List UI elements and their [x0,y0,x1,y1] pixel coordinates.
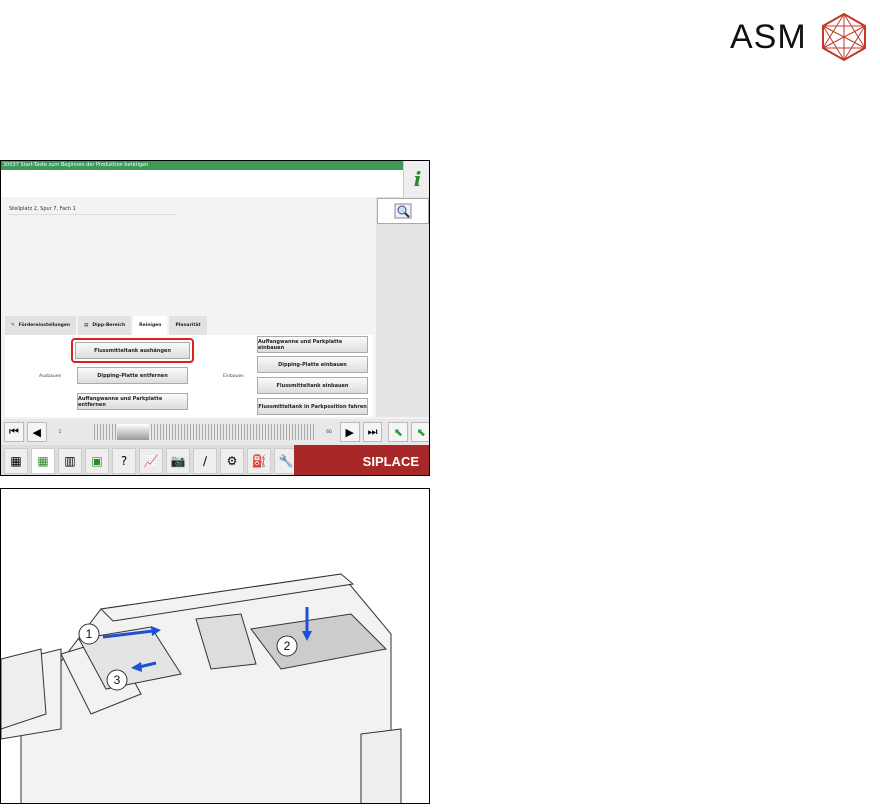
dipping-platte-einbauen-button[interactable]: Dipping-Platte einbauen [257,356,368,373]
callout-label-2: 2 [284,639,291,653]
stack-icon[interactable]: ▦ [4,448,28,474]
tray-icon: ▤ [84,323,89,328]
machine-illustration: 1 2 3 [0,488,430,804]
gears-icon[interactable]: ⚙ [220,448,244,474]
auffangwanne-einbauen-button[interactable]: Auffangwanne und Parkplatte einbauen [257,336,368,353]
tab-planaritaet[interactable]: Planarität [169,316,207,335]
parkposition-button[interactable]: Flussmitteltank in Parkposition fahren [257,398,368,415]
asm-logo-icon [821,12,866,62]
ausbauen-label: Ausbauen [39,374,62,379]
slider-min: 1 [58,429,62,435]
camera-icon[interactable]: 📷 [166,448,190,474]
tab-label: Planarität [175,323,201,328]
oil-can-icon[interactable]: ⛽ [247,448,271,474]
callout-label-3: 3 [114,673,121,687]
slider-thumb[interactable] [116,424,149,440]
info-icon[interactable]: i [403,161,429,197]
grid-icon[interactable]: ▦ [31,448,55,474]
flux-unit-drawing: 1 2 3 [1,573,402,803]
export-all-icon[interactable]: ⬉ [411,422,429,442]
location-label: Stellplatz 2, Spur 7, Fach 1 [9,206,76,212]
nozzle-icon[interactable]: ∕ [193,448,217,474]
dipping-platte-entfernen-button[interactable]: Dipping-Platte entfernen [77,367,188,384]
bar-grid-icon[interactable]: ▥ [58,448,82,474]
asm-logo: ASM [730,12,869,62]
einbauen-label: Einbauen [223,374,245,379]
navigation-bar: ⏮ ◀ 1 60 ▶ ⏭ ⬉ ⬉ [1,419,429,445]
auffangwanne-entfernen-button[interactable]: Auffangwanne und Parkplatte entfernen [77,393,188,410]
first-button[interactable]: ⏮ [4,422,24,442]
tab-label: Reinigen [139,323,162,328]
slider-max: 60 [326,429,332,435]
zoom-button[interactable] [377,198,429,224]
logo-text: ASM [730,17,807,56]
divider [7,214,177,215]
chart-icon[interactable]: 📈 [139,448,163,474]
side-panel [376,197,429,417]
prev-button[interactable]: ◀ [26,422,47,442]
export-icon[interactable]: ⬉ [388,422,409,442]
tab-foerdereinstellungen[interactable]: ✎ Fördereinstellungen [5,316,77,335]
next-button[interactable]: ▶ [339,422,360,442]
last-button[interactable]: ⏭ [362,422,383,442]
reinigen-panel: Ausbauen Flussmitteltank aushängen Dippi… [5,335,373,417]
siplace-screen: 30037 Start-Taste zum Beginnen der Produ… [0,160,430,476]
board-icon[interactable]: ▣ [85,448,109,474]
position-slider[interactable] [93,424,317,440]
tab-reinigen[interactable]: Reinigen [133,316,168,335]
tab-dipp-bereich[interactable]: ▤ Dipp-Bereich [78,316,132,335]
status-message: 30037 Start-Taste zum Beginnen der Produ… [1,161,403,170]
callout-label-1: 1 [86,627,93,641]
tab-label: Fördereinstellungen [18,323,71,328]
magnifier-icon [394,203,412,219]
highlight-frame [71,338,194,363]
flussmitteltank-einbauen-button[interactable]: Flussmitteltank einbauen [257,377,368,394]
manual-icon[interactable]: ? [112,448,136,474]
wrench-icon: ✎ [11,323,15,328]
message-area [1,170,403,197]
tab-label: Dipp-Bereich [92,323,126,328]
brand-label: SIPLACE [294,445,429,475]
